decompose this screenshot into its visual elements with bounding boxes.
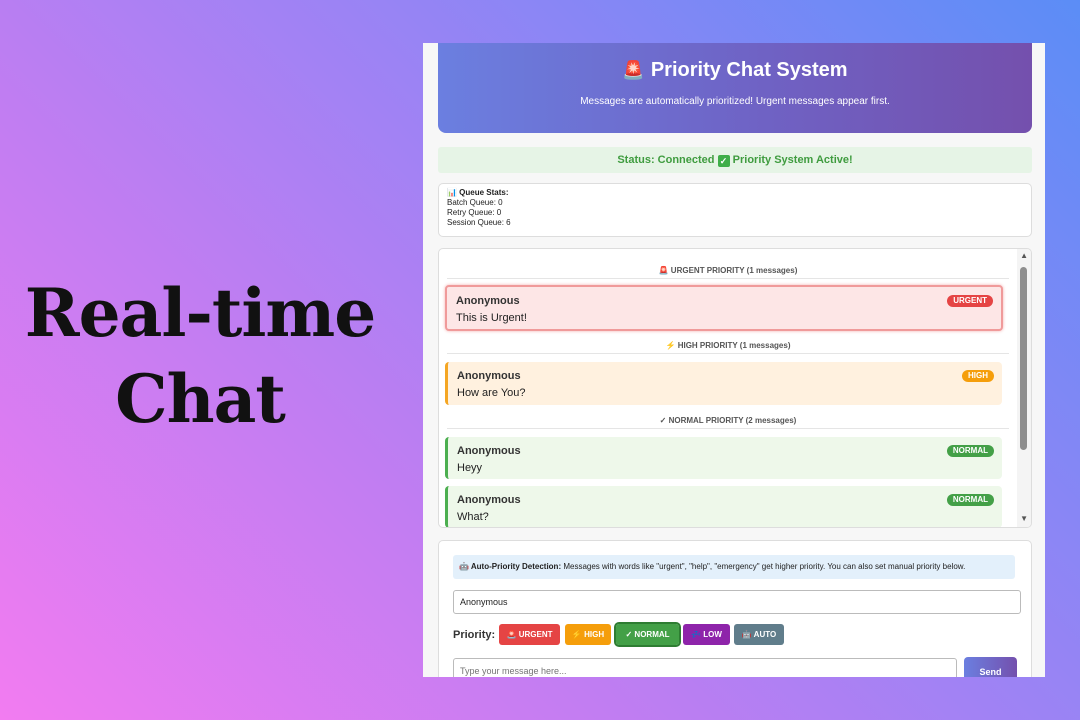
name-input[interactable] [453,590,1021,614]
auto-priority-text: Messages with words like "urgent", "help… [563,562,966,571]
message-text: What? [457,511,489,523]
status-priority: Priority System Active! [732,154,853,166]
app-title-text: Priority Chat System [650,59,848,81]
scroll-up-icon[interactable]: ▲ [1020,251,1028,260]
message-card: Anonymous Heyy NORMAL [445,437,1002,479]
queue-stats-heading: 📊 Queue Stats: [447,188,509,197]
message-text: This is Urgent! [456,312,527,324]
message-card: Anonymous How are You? HIGH [445,362,1002,405]
scrollbar[interactable]: ▲ ▼ [1017,249,1031,527]
priority-badge: NORMAL [946,445,994,457]
message-card: Anonymous This is Urgent! URGENT [445,285,1003,331]
app-title: 🚨 Priority Chat System [438,59,1032,82]
message-author: Anonymous [457,370,521,382]
priority-auto-button[interactable]: 🤖 AUTO [734,624,784,645]
priority-badge: HIGH [962,370,994,382]
group-header-urgent: 🚨 URGENT PRIORITY (1 messages) [447,266,1009,279]
priority-badge: URGENT [947,295,993,307]
auto-priority-label: 🤖 Auto-Priority Detection: [459,562,562,571]
scroll-down-icon[interactable]: ▼ [1020,514,1028,523]
check-icon: ✓ [717,155,730,167]
hero-line-1: Real-time [24,274,376,352]
compose-area: 🤖 Auto-Priority Detection: Messages with… [438,540,1032,677]
hero-title: Real-time Chat [20,270,380,442]
message-text: How are You? [457,387,526,399]
priority-normal-button[interactable]: ✓ NORMAL [614,622,681,647]
queue-stats: 📊 Queue Stats: Batch Queue: 0 Retry Queu… [438,183,1032,237]
message-card: Anonymous What? NORMAL [445,486,1002,527]
priority-high-button[interactable]: ⚡ HIGH [565,624,611,645]
priority-badge: NORMAL [946,494,994,506]
message-author: Anonymous [457,494,521,506]
group-header-normal: ✓ NORMAL PRIORITY (2 messages) [447,416,1009,429]
app-subtitle: Messages are automatically prioritized! … [580,96,890,107]
message-author: Anonymous [457,445,521,457]
priority-urgent-button[interactable]: 🚨 URGENT [499,624,560,645]
session-queue: Session Queue: 6 [447,218,511,227]
priority-label: Priority: [453,629,496,641]
auto-priority-info: 🤖 Auto-Priority Detection: Messages with… [453,555,1015,579]
chat-app-panel: 🚨 Priority Chat System Messages are autom… [423,43,1045,677]
message-list[interactable]: 🚨 URGENT PRIORITY (1 messages) Anonymous… [438,248,1032,528]
priority-low-button[interactable]: 💤 LOW [683,624,730,645]
siren-icon: 🚨 [622,60,645,80]
retry-queue: Retry Queue: 0 [447,208,502,217]
message-text: Heyy [457,462,483,474]
group-header-high: ⚡ HIGH PRIORITY (1 messages) [447,341,1009,354]
message-input[interactable] [453,658,957,677]
hero-line-2: Chat [115,360,286,438]
batch-queue: Batch Queue: 0 [447,198,503,207]
app-header: 🚨 Priority Chat System Messages are autom… [438,43,1032,133]
send-button[interactable]: Send [964,657,1017,677]
status-bar: Status: Connected ✓ Priority System Acti… [438,147,1032,173]
status-connected: Status: Connected [617,154,715,166]
scrollbar-thumb[interactable] [1020,267,1027,450]
message-author: Anonymous [456,295,520,307]
